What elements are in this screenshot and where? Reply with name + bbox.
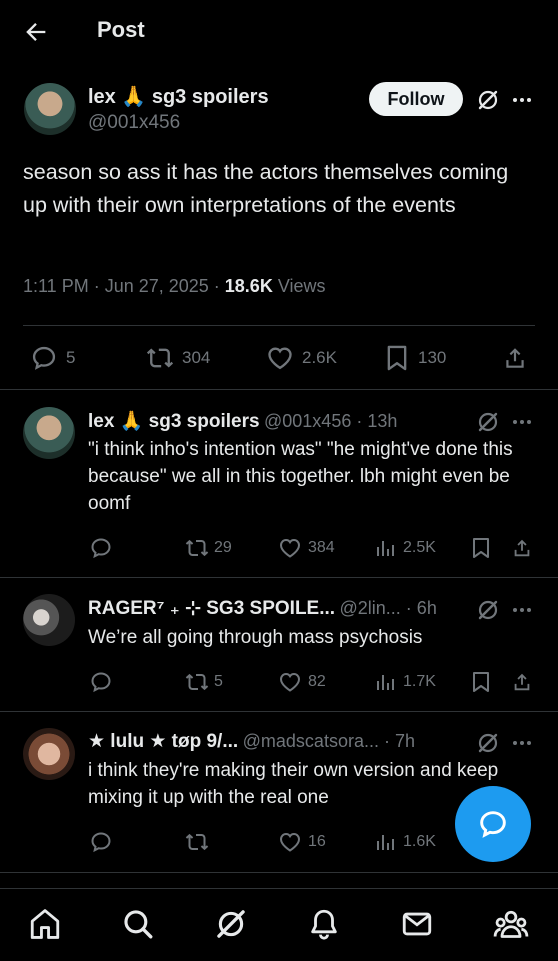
divider bbox=[0, 389, 558, 390]
like-count: 384 bbox=[308, 539, 335, 556]
post-time: 1:11 PM · Jun 27, 2025 · bbox=[23, 276, 225, 296]
views-count: 18.6K bbox=[224, 276, 273, 296]
views-button[interactable]: 1.6K bbox=[375, 830, 436, 854]
reply-header: ★ lulu ★ tøp 9/... @madscatsora... · 7h bbox=[88, 730, 415, 753]
reply-icon[interactable] bbox=[89, 830, 113, 854]
divider bbox=[0, 711, 558, 712]
views-count: 1.6K bbox=[403, 833, 436, 850]
post-meta: 1:11 PM · Jun 27, 2025 · 18.6K Views bbox=[23, 276, 326, 297]
repost-count: 304 bbox=[182, 348, 211, 367]
top-bar: Post bbox=[0, 0, 558, 62]
bookmark-icon[interactable] bbox=[471, 670, 491, 694]
grok-icon[interactable] bbox=[476, 88, 500, 112]
bookmark-icon[interactable] bbox=[471, 536, 491, 560]
repost-icon bbox=[185, 539, 209, 557]
reply-header: RAGER⁷ ₊ ⊹ SG3 SPOILE... @2lin... · 6h bbox=[88, 597, 437, 620]
grok-icon[interactable] bbox=[476, 731, 500, 755]
like-button[interactable]: 2.6K bbox=[266, 344, 337, 372]
repost-icon bbox=[185, 673, 209, 691]
repost-icon bbox=[146, 348, 174, 368]
repost-button[interactable]: 5 bbox=[185, 670, 223, 694]
like-button[interactable]: 82 bbox=[278, 670, 326, 694]
reply-author-name[interactable]: ★ lulu ★ tøp 9/... bbox=[88, 731, 238, 752]
reply-icon[interactable] bbox=[89, 536, 113, 560]
heart-icon bbox=[279, 832, 301, 852]
more-options-icon[interactable] bbox=[511, 411, 533, 433]
grok-icon[interactable] bbox=[476, 598, 500, 622]
bookmark-count: 130 bbox=[418, 348, 447, 367]
compose-reply-button[interactable] bbox=[455, 786, 531, 862]
share-icon[interactable] bbox=[511, 536, 533, 560]
like-count: 82 bbox=[308, 673, 326, 690]
bottom-nav bbox=[0, 888, 558, 961]
divider bbox=[0, 577, 558, 578]
praying-hands-emoji-icon: 🙏 bbox=[121, 86, 147, 108]
reply-header: lex 🙏 sg3 spoilers @001x456 · 13h bbox=[88, 409, 397, 433]
post-text: season so ass it has the actors themselv… bbox=[23, 160, 509, 217]
reply-meta: @001x456 · 13h bbox=[264, 411, 398, 431]
notifications-icon[interactable] bbox=[307, 907, 341, 941]
repost-count: 29 bbox=[214, 539, 232, 556]
reply-button[interactable]: 5 bbox=[30, 344, 75, 372]
analytics-icon bbox=[377, 541, 394, 556]
views-count: 2.5K bbox=[403, 539, 436, 556]
like-button[interactable]: 384 bbox=[278, 536, 335, 560]
messages-icon[interactable] bbox=[400, 907, 434, 941]
divider bbox=[23, 325, 535, 326]
heart-icon bbox=[279, 538, 301, 558]
share-icon[interactable] bbox=[502, 344, 528, 372]
grok-icon[interactable] bbox=[476, 410, 500, 434]
reply-count: 5 bbox=[66, 348, 76, 367]
arrow-left-icon[interactable] bbox=[22, 18, 50, 46]
reply-meta: @2lin... · 6h bbox=[339, 598, 437, 618]
reply-text: i think they're making their own version… bbox=[88, 760, 499, 808]
avatar[interactable] bbox=[24, 83, 76, 135]
like-count: 16 bbox=[308, 833, 326, 850]
analytics-icon bbox=[377, 835, 394, 850]
chat-bubble-icon bbox=[480, 811, 506, 838]
views-count: 1.7K bbox=[403, 673, 436, 690]
avatar[interactable] bbox=[23, 728, 75, 780]
divider bbox=[0, 872, 558, 873]
analytics-icon bbox=[377, 675, 394, 690]
grok-icon[interactable] bbox=[214, 907, 248, 941]
bookmark-button[interactable]: 130 bbox=[384, 344, 446, 372]
heart-icon bbox=[268, 347, 292, 370]
avatar[interactable] bbox=[23, 594, 75, 646]
reply-author-name[interactable]: lex 🙏 sg3 spoilers bbox=[88, 411, 260, 432]
share-icon[interactable] bbox=[511, 670, 533, 694]
reply-icon bbox=[32, 346, 56, 370]
repost-count: 5 bbox=[214, 673, 223, 690]
repost-button[interactable]: 304 bbox=[146, 344, 210, 372]
more-options-icon[interactable] bbox=[511, 599, 533, 621]
communities-icon[interactable] bbox=[493, 907, 529, 941]
reply-meta: @madscatsora... · 7h bbox=[242, 731, 415, 751]
avatar[interactable] bbox=[23, 407, 75, 459]
follow-button[interactable]: Follow bbox=[369, 82, 463, 116]
views-label: Views bbox=[272, 276, 326, 296]
repost-button[interactable] bbox=[185, 830, 214, 854]
repost-button[interactable]: 29 bbox=[185, 536, 232, 560]
reply-text: "i think inho's intention was" "he might… bbox=[88, 439, 513, 514]
author-name[interactable]: lex 🙏 sg3 spoilers bbox=[88, 84, 269, 109]
page-title: Post bbox=[97, 17, 145, 42]
bookmark-icon bbox=[387, 345, 407, 371]
views-button[interactable]: 2.5K bbox=[375, 536, 436, 560]
author-handle[interactable]: @001x456 bbox=[88, 112, 180, 134]
like-button[interactable]: 16 bbox=[278, 830, 326, 854]
search-icon[interactable] bbox=[121, 907, 155, 941]
reply-author-name[interactable]: RAGER⁷ ₊ ⊹ SG3 SPOILE... bbox=[88, 598, 335, 619]
views-button[interactable]: 1.7K bbox=[375, 670, 436, 694]
heart-icon bbox=[279, 672, 301, 692]
more-options-icon[interactable] bbox=[511, 732, 533, 754]
praying-hands-emoji-icon: 🙏 bbox=[119, 411, 144, 432]
reply-icon[interactable] bbox=[89, 670, 113, 694]
home-icon[interactable] bbox=[28, 907, 62, 941]
repost-icon bbox=[185, 833, 209, 851]
reply-text: We’re all going through mass psychosis bbox=[88, 627, 423, 648]
more-options-icon[interactable] bbox=[511, 89, 533, 111]
like-count: 2.6K bbox=[302, 348, 337, 367]
